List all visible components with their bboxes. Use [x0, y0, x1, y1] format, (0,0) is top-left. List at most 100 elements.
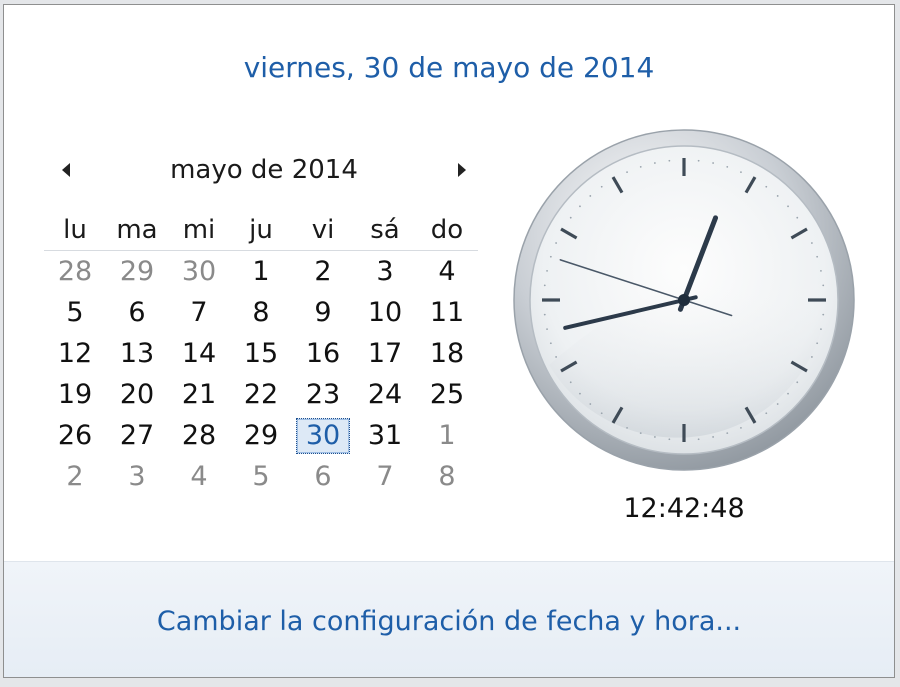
calendar-day[interactable]: 4 [168, 456, 230, 497]
clock-center-pin [678, 294, 690, 306]
analog-clock [513, 129, 855, 471]
calendar-day[interactable]: 11 [416, 292, 478, 333]
calendar-day[interactable]: 6 [106, 292, 168, 333]
clock-minute-dot [765, 185, 768, 188]
calendar-week-row: 5 6 7 8 9 10 11 [44, 292, 478, 333]
clock-minute-dot [816, 342, 819, 345]
calendar-day-label: 3 [128, 460, 146, 492]
calendar-day-label: 29 [119, 255, 155, 287]
calendar-day[interactable]: 6 [292, 456, 354, 497]
weekday-header: do [430, 215, 464, 245]
calendar-day-label: 26 [57, 419, 93, 451]
clock-minute-dot [579, 205, 581, 208]
calendar-day[interactable]: 5 [44, 292, 106, 333]
calendar-day[interactable]: 3 [106, 456, 168, 497]
calendar-day[interactable]: 25 [416, 374, 478, 415]
calendar-day[interactable]: 31 [354, 415, 416, 456]
clock-minute-dot [816, 255, 819, 258]
calendar-day[interactable]: 21 [168, 374, 230, 415]
next-month-button[interactable] [452, 159, 472, 181]
clock-minute-dot [653, 162, 656, 164]
clock-minute-dot [555, 242, 558, 244]
calendar-day-label: 31 [367, 419, 403, 451]
clock-minute-dot [776, 403, 779, 405]
calendar-day[interactable]: 19 [44, 374, 106, 415]
calendar-day[interactable]: 16 [292, 333, 354, 374]
clock-minute-dot [776, 195, 779, 197]
clock-minute-dot [639, 432, 642, 435]
clock-minute-dot [796, 216, 799, 219]
calendar-day-label: 15 [243, 337, 279, 369]
calendar-day[interactable]: 9 [292, 292, 354, 333]
calendar-day-label: 8 [252, 296, 270, 328]
clock-minute-dot [600, 412, 603, 415]
calendar-day-label: 30 [296, 417, 350, 454]
calendar-day-label: 2 [314, 255, 332, 287]
calendar-day[interactable]: 29 [230, 415, 292, 456]
calendar-body: 28 29 30 1 2 3 4 5 6 7 8 9 10 11 12 13 14 15 16 17 18 19 20 21 2… [44, 251, 478, 498]
change-date-time-settings-link[interactable]: Cambiar la configuración de fecha y hora… [4, 606, 894, 637]
clock-minute-dot [787, 205, 789, 208]
calendar-day[interactable]: 28 [168, 415, 230, 456]
calendar-day[interactable]: 7 [354, 456, 416, 497]
clock-minute-dot [569, 381, 572, 384]
calendar-day-label: 1 [252, 255, 270, 287]
full-date-link[interactable]: viernes, 30 de mayo de 2014 [4, 51, 894, 84]
calendar-day[interactable]: 13 [106, 333, 168, 374]
calendar-day[interactable]: 3 [354, 251, 416, 293]
clock-minute-dot [712, 162, 715, 164]
calendar-day[interactable]: 10 [354, 292, 416, 333]
calendar-day[interactable]: 5 [230, 456, 292, 497]
clock-minute-dot [712, 436, 715, 438]
calendar-day-label: 17 [367, 337, 403, 369]
previous-month-button[interactable] [56, 159, 76, 181]
clock-minute-dot [822, 284, 825, 287]
clock-minute-dot [543, 284, 546, 287]
calendar-week-row: 2 3 4 5 6 7 8 [44, 456, 478, 497]
clock-minute-dot [820, 328, 822, 331]
calendar-day-label: 22 [243, 378, 279, 410]
calendar-day-selected[interactable]: 30 [292, 415, 354, 456]
calendar-day-label: 30 [181, 255, 217, 287]
calendar-day-label: 25 [429, 378, 465, 410]
calendar-day-label: 20 [119, 378, 155, 410]
calendar-day[interactable]: 18 [416, 333, 478, 374]
calendar-day[interactable]: 22 [230, 374, 292, 415]
calendar-day-label: 3 [376, 255, 394, 287]
footer-bar: Cambiar la configuración de fecha y hora… [4, 561, 894, 677]
calendar-day[interactable]: 26 [44, 415, 106, 456]
calendar-day[interactable]: 28 [44, 251, 106, 293]
month-title[interactable]: mayo de 2014 [104, 155, 424, 185]
weekday-header: sá [370, 215, 400, 245]
calendar-day[interactable]: 1 [416, 415, 478, 456]
clock-minute-dot [600, 185, 603, 188]
calendar-day[interactable]: 4 [416, 251, 478, 293]
calendar-day[interactable]: 23 [292, 374, 354, 415]
calendar-day[interactable]: 15 [230, 333, 292, 374]
calendar-week-row: 28 29 30 1 2 3 4 [44, 251, 478, 293]
clock-minute-dot [787, 392, 789, 395]
calendar-day[interactable]: 8 [416, 456, 478, 497]
clock-minute-dot [549, 255, 552, 258]
clock-minute-dot [820, 269, 822, 272]
clock-minute-dot [810, 356, 813, 358]
calendar-day[interactable]: 12 [44, 333, 106, 374]
calendar-day[interactable]: 14 [168, 333, 230, 374]
calendar-day[interactable]: 20 [106, 374, 168, 415]
calendar-day[interactable]: 7 [168, 292, 230, 333]
calendar-day-label: 12 [57, 337, 93, 369]
calendar-day[interactable]: 2 [44, 456, 106, 497]
calendar-day-label: 28 [181, 419, 217, 451]
calendar-day[interactable]: 1 [230, 251, 292, 293]
calendar-day-label: 23 [305, 378, 341, 410]
calendar-day[interactable]: 30 [168, 251, 230, 293]
calendar-week-row: 26 27 28 29 30 31 1 [44, 415, 478, 456]
calendar-day[interactable]: 27 [106, 415, 168, 456]
calendar-day[interactable]: 2 [292, 251, 354, 293]
calendar-day-label: 29 [243, 419, 279, 451]
calendar-day[interactable]: 17 [354, 333, 416, 374]
clock-minute-dot [822, 313, 825, 316]
calendar-day[interactable]: 24 [354, 374, 416, 415]
calendar-day[interactable]: 29 [106, 251, 168, 293]
calendar-day[interactable]: 8 [230, 292, 292, 333]
